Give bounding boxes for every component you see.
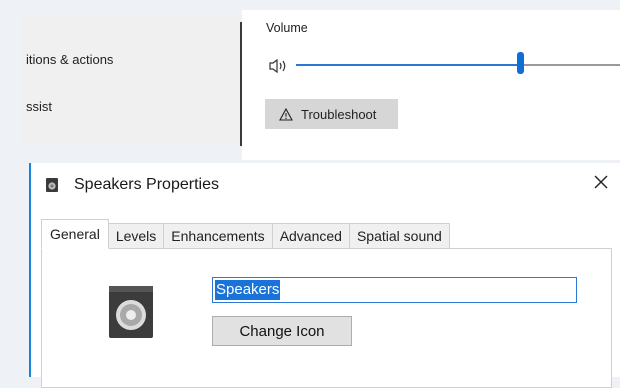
settings-sidebar — [22, 14, 240, 144]
volume-label: Volume — [266, 21, 308, 35]
tab-spatial-sound[interactable]: Spatial sound — [349, 223, 450, 249]
settings-window: itions & actions ssist Volume Troublesho… — [0, 0, 620, 160]
tab-levels[interactable]: Levels — [108, 223, 165, 249]
dialog-tabs: General Levels Enhancements Advanced Spa… — [41, 219, 450, 249]
tab-enhancements[interactable]: Enhancements — [164, 223, 273, 249]
speaker-device-icon — [46, 178, 58, 192]
volume-slider-fill — [296, 64, 520, 66]
volume-slider-thumb[interactable] — [516, 52, 524, 74]
dialog-title: Speakers Properties — [74, 176, 219, 193]
sidebar-item-notifications-actions[interactable]: itions & actions — [26, 52, 113, 67]
tab-advanced[interactable]: Advanced — [272, 223, 350, 249]
device-name-selected-text: Speakers — [215, 280, 281, 300]
sidebar-item-focus-assist[interactable]: ssist — [26, 99, 52, 114]
device-name-field[interactable]: Speakers — [212, 277, 577, 303]
troubleshoot-button[interactable]: Troubleshoot — [265, 99, 398, 129]
speaker-device-icon — [109, 286, 153, 338]
close-icon[interactable] — [592, 173, 610, 191]
tab-general[interactable]: General — [41, 219, 109, 249]
troubleshoot-label: Troubleshoot — [301, 106, 377, 122]
change-icon-button[interactable]: Change Icon — [212, 316, 352, 346]
warning-triangle-icon — [279, 107, 293, 121]
speaker-volume-icon[interactable] — [268, 58, 290, 74]
